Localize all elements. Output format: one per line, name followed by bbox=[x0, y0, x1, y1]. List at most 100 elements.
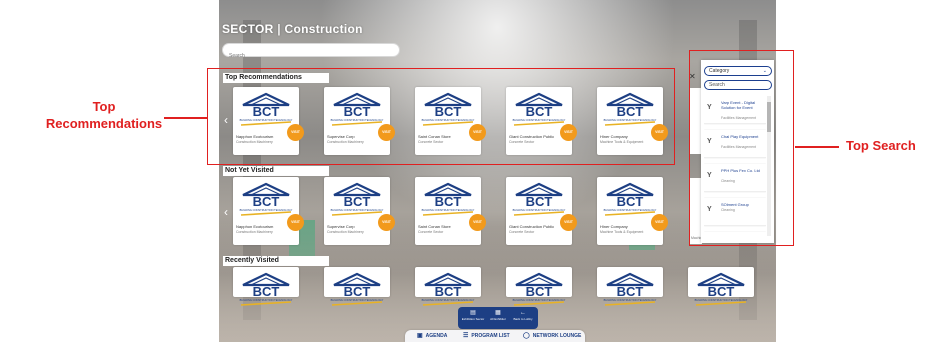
sector-name: Construction bbox=[284, 22, 363, 36]
bct-logo-icon: BCTBUILDING CONSTRUCTION TECHNOLOGY bbox=[331, 182, 384, 216]
not-yet-visited-row: BCT BUILDING CONSTRUCTION TECHNOLOGY Napph… bbox=[233, 177, 673, 247]
section-recently-visited: Recently Visited bbox=[223, 256, 329, 266]
exhibitor-logo: BCT BUILDING CONSTRUCTION TECHNOLOGY bbox=[692, 271, 750, 309]
exhibitor-search-input[interactable] bbox=[223, 50, 399, 62]
exhibitor-logo: BCT BUILDING CONSTRUCTION TECHNOLOGY bbox=[510, 271, 568, 309]
dock-label: Exhibition Sector bbox=[461, 317, 485, 321]
annotation-pointer-line bbox=[795, 146, 839, 148]
visit-button[interactable]: VISIT bbox=[651, 214, 668, 231]
exhibitor-card[interactable]: BCT BUILDING CONSTRUCTION TECHNOLOGY bbox=[415, 267, 481, 306]
scroll-left-arrow-icon[interactable]: ‹ bbox=[224, 205, 232, 221]
bct-logo-icon: BCTBUILDING CONSTRUCTION TECHNOLOGY bbox=[331, 272, 384, 306]
menu-network-lounge[interactable]: ◯ NETWORK LOUNGE bbox=[523, 332, 581, 340]
exhibitor-category: Concrete Sector bbox=[509, 230, 535, 234]
annotation-top-recommendations: Top Recommendations bbox=[45, 99, 163, 131]
exhibitor-logo: BCT BUILDING CONSTRUCTION TECHNOLOGY bbox=[237, 181, 295, 219]
menu-label: PROGRAM LIST bbox=[471, 333, 510, 339]
logo-text: BCT bbox=[526, 194, 553, 209]
logo-text: BCT bbox=[526, 284, 553, 299]
exhibitor-card[interactable]: BCT BUILDING CONSTRUCTION TECHNOLOGY Super… bbox=[324, 177, 395, 245]
exhibitor-logo: BCT BUILDING CONSTRUCTION TECHNOLOGY bbox=[510, 181, 568, 219]
dock-button-back-to-lobby[interactable]: ← Back to Lobby bbox=[511, 309, 535, 327]
exhibitor-category: Machine Tools & Equipment bbox=[600, 230, 644, 234]
top-search-highlight-frame bbox=[689, 50, 794, 246]
dock-label: Back to Lobby bbox=[513, 317, 533, 321]
logo-subtext: BUILDING CONSTRUCTION TECHNOLOGY bbox=[331, 208, 384, 212]
logo-text: BCT bbox=[253, 194, 280, 209]
bottom-menu-bar: ▣ AGENDA ☰ PROGRAM LIST ◯ NETWORK LOUNGE bbox=[405, 330, 585, 342]
bct-logo-icon: BCTBUILDING CONSTRUCTION TECHNOLOGY bbox=[422, 182, 475, 216]
logo-text: BCT bbox=[617, 284, 644, 299]
exhibitor-logo: BCT BUILDING CONSTRUCTION TECHNOLOGY bbox=[601, 271, 659, 309]
exhibitor-card[interactable]: BCT BUILDING CONSTRUCTION TECHNOLOGY bbox=[688, 267, 754, 306]
exhibitor-category: Construction Machinery bbox=[236, 230, 273, 234]
visit-button[interactable]: VISIT bbox=[378, 214, 395, 231]
sector-title: SECTOR | Construction bbox=[222, 22, 363, 36]
sector-prefix: SECTOR bbox=[222, 22, 274, 36]
exhibitor-card[interactable]: BCT BUILDING CONSTRUCTION TECHNOLOGY Giant… bbox=[506, 177, 577, 245]
dock-icon: ← bbox=[520, 310, 526, 316]
menu-program-list[interactable]: ☰ PROGRAM LIST bbox=[463, 332, 510, 340]
logo-subtext: BUILDING CONSTRUCTION TECHNOLOGY bbox=[604, 208, 657, 212]
logo-subtext: BUILDING CONSTRUCTION TECHNOLOGY bbox=[695, 298, 748, 302]
bct-logo-icon: BCTBUILDING CONSTRUCTION TECHNOLOGY bbox=[240, 182, 293, 216]
logo-text: BCT bbox=[435, 194, 462, 209]
menu-icon: ◯ bbox=[523, 333, 530, 339]
section-not-yet-visited: Not Yet Visited bbox=[223, 166, 329, 176]
exhibitor-card[interactable]: BCT BUILDING CONSTRUCTION TECHNOLOGY bbox=[324, 267, 390, 306]
menu-agenda[interactable]: ▣ AGENDA bbox=[417, 332, 447, 340]
logo-text: BCT bbox=[617, 194, 644, 209]
bct-logo-icon: BCTBUILDING CONSTRUCTION TECHNOLOGY bbox=[422, 272, 475, 306]
menu-icon: ▣ bbox=[417, 333, 423, 339]
navigation-dock: ▤ Exhibition Sector ▦ All Exhibitor ← Back to… bbox=[458, 307, 538, 329]
logo-text: BCT bbox=[344, 284, 371, 299]
logo-subtext: BUILDING CONSTRUCTION TECHNOLOGY bbox=[240, 208, 293, 212]
exhibitor-card[interactable]: BCT BUILDING CONSTRUCTION TECHNOLOGY bbox=[597, 267, 663, 306]
logo-subtext: BUILDING CONSTRUCTION TECHNOLOGY bbox=[422, 208, 475, 212]
dock-icon: ▤ bbox=[470, 310, 476, 316]
top-recommendations-highlight-frame bbox=[207, 68, 675, 165]
exhibitor-category: Concrete Sector bbox=[418, 230, 444, 234]
exhibitor-logo: BCT BUILDING CONSTRUCTION TECHNOLOGY bbox=[328, 271, 386, 309]
logo-text: BCT bbox=[435, 284, 462, 299]
exhibitor-category: Construction Machinery bbox=[327, 230, 364, 234]
exhibitor-logo: BCT BUILDING CONSTRUCTION TECHNOLOGY bbox=[601, 181, 659, 219]
dock-icon: ▦ bbox=[495, 310, 501, 316]
exhibitor-search-box[interactable] bbox=[222, 43, 400, 62]
exhibitor-card[interactable]: BCT BUILDING CONSTRUCTION TECHNOLOGY Hiner… bbox=[597, 177, 668, 245]
menu-label: AGENDA bbox=[425, 333, 448, 339]
visit-button[interactable]: VISIT bbox=[287, 214, 304, 231]
visit-button[interactable]: VISIT bbox=[469, 214, 486, 231]
logo-text: BCT bbox=[708, 284, 735, 299]
bct-logo-icon: BCTBUILDING CONSTRUCTION TECHNOLOGY bbox=[513, 182, 566, 216]
sector-separator: | bbox=[277, 22, 281, 36]
exhibitor-logo: BCT BUILDING CONSTRUCTION TECHNOLOGY bbox=[419, 271, 477, 309]
dock-label: All Exhibitor bbox=[490, 317, 506, 321]
exhibitor-logo: BCT BUILDING CONSTRUCTION TECHNOLOGY bbox=[328, 181, 386, 219]
exhibitor-name: Supervise Corp bbox=[327, 224, 355, 229]
exhibitor-name: Hiner Company bbox=[600, 224, 628, 229]
logo-subtext: BUILDING CONSTRUCTION TECHNOLOGY bbox=[422, 298, 475, 302]
bct-logo-icon: BCTBUILDING CONSTRUCTION TECHNOLOGY bbox=[513, 272, 566, 306]
visit-button[interactable]: VISIT bbox=[560, 214, 577, 231]
bct-logo-icon: BCTBUILDING CONSTRUCTION TECHNOLOGY bbox=[695, 272, 748, 306]
exhibitor-name: Napphon Ecotourism bbox=[236, 224, 274, 229]
logo-subtext: BUILDING CONSTRUCTION TECHNOLOGY bbox=[604, 298, 657, 302]
dock-button-exhibition-sector[interactable]: ▤ Exhibition Sector bbox=[461, 309, 485, 327]
logo-subtext: BUILDING CONSTRUCTION TECHNOLOGY bbox=[240, 298, 293, 302]
logo-subtext: BUILDING CONSTRUCTION TECHNOLOGY bbox=[513, 208, 566, 212]
logo-subtext: BUILDING CONSTRUCTION TECHNOLOGY bbox=[331, 298, 384, 302]
menu-label: NETWORK LOUNGE bbox=[532, 333, 582, 339]
annotation-pointer-line bbox=[164, 117, 207, 119]
logo-subtext: BUILDING CONSTRUCTION TECHNOLOGY bbox=[513, 298, 566, 302]
bct-logo-icon: BCTBUILDING CONSTRUCTION TECHNOLOGY bbox=[604, 272, 657, 306]
exhibitor-card[interactable]: BCT BUILDING CONSTRUCTION TECHNOLOGY bbox=[506, 267, 572, 306]
bct-logo-icon: BCTBUILDING CONSTRUCTION TECHNOLOGY bbox=[240, 272, 293, 306]
exhibitor-card[interactable]: BCT BUILDING CONSTRUCTION TECHNOLOGY bbox=[233, 267, 299, 306]
exhibitor-card[interactable]: BCT BUILDING CONSTRUCTION TECHNOLOGY Saint… bbox=[415, 177, 486, 245]
screenshot-canvas: SECTOR | Construction Top Recommendation… bbox=[0, 0, 934, 342]
logo-text: BCT bbox=[344, 194, 371, 209]
exhibitor-card[interactable]: BCT BUILDING CONSTRUCTION TECHNOLOGY Napph… bbox=[233, 177, 304, 245]
dock-button-all-exhibitor[interactable]: ▦ All Exhibitor bbox=[486, 309, 510, 327]
exhibitor-name: Saint Conan Store bbox=[418, 224, 451, 229]
